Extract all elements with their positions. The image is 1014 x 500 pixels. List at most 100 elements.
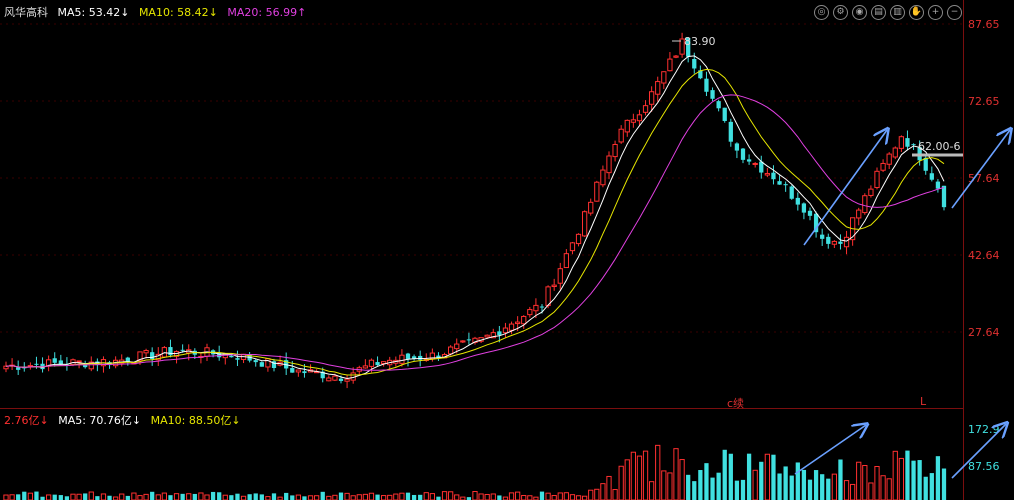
volume-bar <box>350 495 356 500</box>
candle-body <box>698 70 703 79</box>
toolbar: ◎ ⚙ ◉ ▤ ▥ ✋ + − <box>814 5 962 20</box>
volume-bar <box>898 457 904 500</box>
flag-label-left: c续 <box>727 397 745 410</box>
hand-icon[interactable]: ✋ <box>909 5 924 20</box>
candle-body <box>636 114 643 122</box>
candle-body <box>150 352 155 360</box>
volume-bar <box>393 493 399 500</box>
trend-arrow[interactable] <box>951 130 1010 209</box>
volume-bar <box>746 453 752 500</box>
volume-bar <box>935 456 941 500</box>
candle-body <box>368 359 375 367</box>
volume-bar <box>539 491 545 500</box>
candle-body <box>466 339 472 341</box>
volume-bar <box>575 495 582 500</box>
volume-bar <box>253 493 258 500</box>
volume-bar <box>868 482 874 500</box>
candle-body <box>557 268 563 284</box>
candle-body <box>247 354 252 361</box>
candle-body <box>484 334 490 338</box>
candle-body <box>710 90 715 99</box>
copy-icon[interactable]: ▥ <box>890 5 905 20</box>
volume-bar <box>302 496 307 500</box>
volume-bar <box>418 494 423 500</box>
zoom-in-icon[interactable]: + <box>928 5 943 20</box>
price-axis-label: 57.64 <box>968 172 1000 185</box>
volume-bar <box>192 493 197 500</box>
volume-bar <box>150 491 155 500</box>
eye-icon[interactable]: ◉ <box>852 5 867 20</box>
volume-bar <box>557 492 563 500</box>
candle-body <box>155 353 161 361</box>
volume-bar <box>582 495 588 500</box>
candle-body <box>795 197 800 205</box>
settings-icon[interactable]: ⚙ <box>833 5 848 20</box>
volume-bar <box>636 455 643 500</box>
candle-body <box>58 360 63 365</box>
candle-body <box>350 372 356 381</box>
volume-bar <box>180 493 185 500</box>
volume-bar <box>210 491 216 500</box>
candle-body <box>911 144 916 146</box>
candle-body <box>217 352 222 358</box>
volume-axis-label: 87.56 <box>968 460 1000 473</box>
volume-bar <box>886 478 892 500</box>
candle-body <box>448 346 454 355</box>
volume-header: 2.76亿↓ MA5: 70.76亿↓ MA10: 88.50亿↓ <box>4 412 247 428</box>
volume-bar <box>411 494 417 500</box>
candle-body <box>813 213 819 233</box>
ma-lines <box>5 55 945 380</box>
volume-bar <box>332 494 338 500</box>
candle-body <box>826 236 831 244</box>
candle-body <box>210 350 216 355</box>
price-axis-divider <box>963 0 964 500</box>
candle-body <box>22 367 27 369</box>
volume-bar <box>612 489 618 500</box>
candle-body <box>497 331 502 336</box>
stock-name: 风华高科 <box>4 6 48 19</box>
candle-body <box>716 101 721 109</box>
volume-bar <box>710 477 715 500</box>
trend-arrow[interactable] <box>794 425 866 475</box>
candle-body <box>259 362 264 367</box>
volume-bar <box>34 491 39 500</box>
candle-body <box>302 371 307 374</box>
candle-body <box>393 359 399 364</box>
volume-ma10-label: MA10: 88.50亿↓ <box>150 414 241 427</box>
candle-body <box>429 352 435 360</box>
volume-bar <box>381 495 387 500</box>
candle-body <box>100 359 107 367</box>
volume-bar <box>704 463 709 500</box>
volume-bar <box>204 494 210 500</box>
candle-body <box>624 119 630 133</box>
volume-bar <box>508 492 515 500</box>
volume-bar <box>22 491 27 500</box>
candle-body <box>874 170 880 188</box>
zoom-out-icon[interactable]: − <box>947 5 962 20</box>
print-icon[interactable]: ▤ <box>871 5 886 20</box>
candle-body <box>143 350 149 354</box>
target-icon[interactable]: ◎ <box>814 5 829 20</box>
candle-body <box>551 284 557 288</box>
candle-body <box>454 343 460 350</box>
candle-body <box>728 121 733 142</box>
volume-bar <box>777 473 782 500</box>
volume-bar <box>722 449 727 500</box>
trend-arrow[interactable] <box>803 130 887 246</box>
volume-bar <box>58 495 63 500</box>
volume-bar <box>673 448 679 500</box>
candle-body <box>265 358 271 368</box>
candle-body <box>686 37 691 57</box>
volume-bar <box>143 493 149 500</box>
volume-bar <box>820 474 825 500</box>
ma10-label: MA10: 58.42↓ <box>138 6 218 19</box>
candle-body <box>356 367 362 372</box>
volume-bar <box>52 494 57 500</box>
candle-body <box>83 363 88 368</box>
volume-axis-label: 172.9 <box>968 423 1000 436</box>
candle-body <box>113 359 119 367</box>
volume-bar <box>362 493 368 500</box>
candle-body <box>862 195 868 214</box>
candle-body <box>618 128 624 143</box>
candle-body <box>290 368 295 373</box>
